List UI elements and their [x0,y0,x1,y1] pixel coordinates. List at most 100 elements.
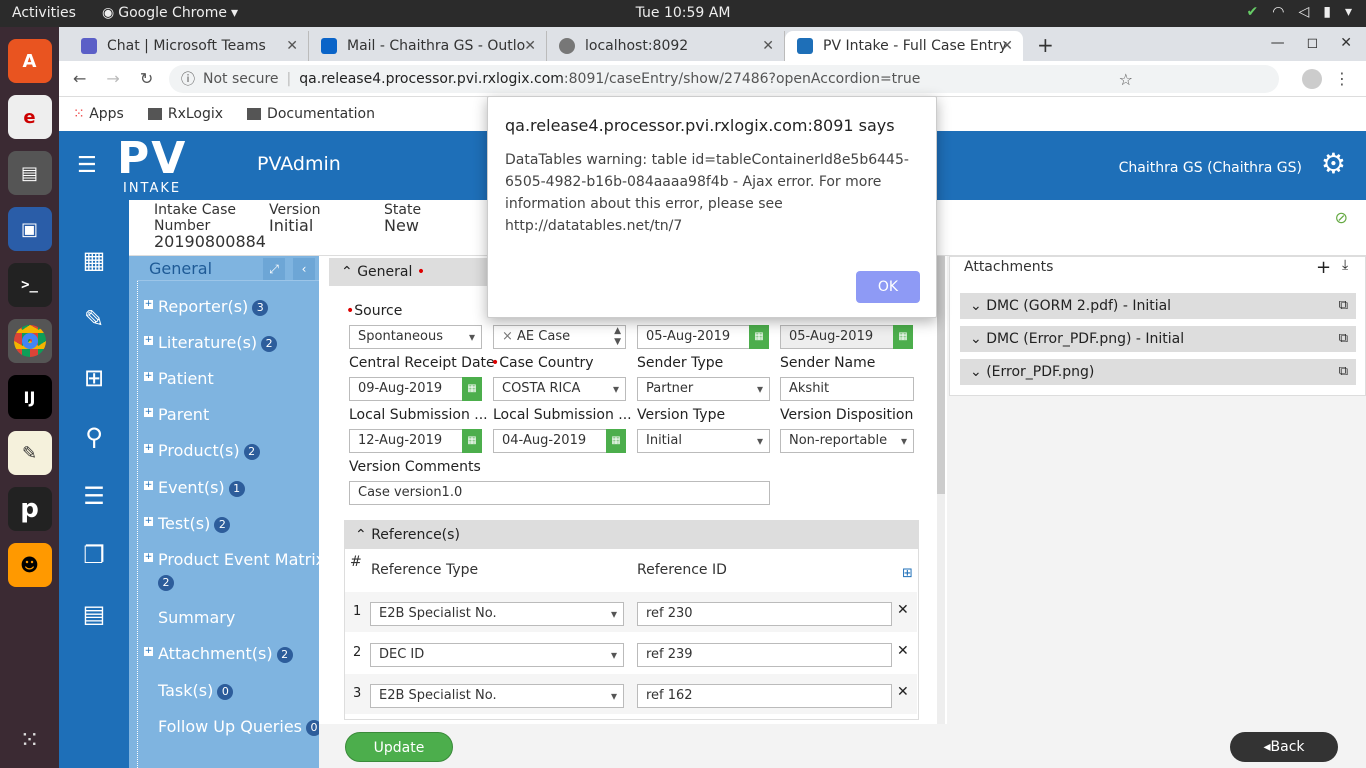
category-multiselect[interactable]: × AE Case ▲ ▼ [493,325,626,349]
intellij-icon[interactable]: IJ [7,375,52,419]
calendar-icon[interactable]: ▦ [606,429,626,453]
reference-id-input[interactable]: ref 162 [637,684,892,708]
calendar-icon[interactable]: ▦ [462,429,482,453]
pycharm-icon[interactable]: p [7,487,52,531]
plus-icon[interactable]: + [144,408,153,417]
system-tray[interactable]: ✔ ◠ ◁ ▮ ▾ [1247,4,1352,20]
case-country-select[interactable]: COSTA RICA [493,377,626,401]
section-nav-title[interactable]: General [149,259,212,278]
delete-row-icon[interactable]: ✕ [897,602,909,618]
dashboard-icon[interactable]: ▦ [59,230,129,289]
date-field-1[interactable]: 05-Aug-2019 [637,325,757,349]
nav-parent[interactable]: + Parent [144,405,209,424]
forward-icon[interactable]: → [106,69,119,88]
download-icon[interactable]: ⤓ [1342,257,1348,273]
delete-row-icon[interactable]: ✕ [897,643,909,659]
search-icon[interactable]: ⚲ [59,407,129,466]
nav-products[interactable]: + Product(s) 2 [144,441,260,460]
plus-icon[interactable]: + [144,553,153,562]
references-accordion-header[interactable]: ⌃ Reference(s) [345,521,918,549]
delete-row-icon[interactable]: ✕ [897,684,909,700]
reference-type-select[interactable]: DEC ID [370,643,624,667]
plus-icon[interactable]: + [144,336,153,345]
calendar-icon[interactable]: ▦ [462,377,482,401]
attachment-item[interactable]: ⌄ DMC (Error_PDF.png) - Initial ⧉ [960,326,1356,352]
menu-dots-icon[interactable]: ⋮ [1334,69,1350,88]
nav-events[interactable]: + Event(s) 1 [144,478,245,497]
paperclip-icon[interactable]: ⊘ [1335,208,1348,227]
tab-teams[interactable]: Chat | Microsoft Teams ✕ [69,31,309,61]
omnibox[interactable]: ⓘ Not secure | qa.release4.processor.pvi… [169,65,1279,93]
nav-attachments[interactable]: + Attachment(s) 2 [144,644,293,663]
collapse-icon[interactable]: ‹ [293,258,315,280]
remove-chip-icon[interactable]: × [502,329,517,344]
update-button[interactable]: Update [345,732,453,762]
pv-intake-logo[interactable]: PV INTAKE [117,137,221,197]
plus-icon[interactable]: + [144,517,153,526]
user-name[interactable]: Chaithra GS (Chaithra GS) [1119,160,1302,176]
reference-id-input[interactable]: ref 230 [637,602,892,626]
attachment-item[interactable]: ⌄ (Error_PDF.png) ⧉ [960,359,1356,385]
edit-icon[interactable]: ✎ [59,289,129,348]
notes-icon[interactable]: ✎ [7,431,52,475]
files-icon[interactable]: ▤ [7,151,52,195]
version-disposition-select[interactable]: Non-reportable [780,429,914,453]
source-select[interactable]: Spontaneous [349,325,482,349]
maximize-icon[interactable]: ◻ [1307,35,1319,51]
plus-icon[interactable]: + [144,300,153,309]
version-comments-input[interactable]: Case version1.0 [349,481,770,505]
minimize-icon[interactable]: — [1271,35,1285,51]
plus-icon[interactable]: + [144,647,153,656]
attachment-item[interactable]: ⌄ DMC (GORM 2.pdf) - Initial ⧉ [960,293,1356,319]
plus-icon[interactable]: + [144,372,153,381]
open-external-icon[interactable]: ⧉ [1339,293,1348,319]
spinner-icon[interactable]: ▲ ▼ [614,326,621,348]
nav-reporters[interactable]: + Reporter(s) 3 [144,297,269,316]
virtualbox-icon[interactable]: ▣ [7,207,52,251]
software-center-icon[interactable]: A [7,39,52,83]
terminal-icon[interactable]: >_ [7,263,52,307]
back-icon[interactable]: ← [73,69,86,88]
close-icon[interactable]: ✕ [762,38,774,54]
nav-summary[interactable]: Summary [158,608,235,627]
close-icon[interactable]: ✕ [286,38,298,54]
list-icon[interactable]: ☰ [59,466,129,525]
close-icon[interactable]: ✕ [524,38,536,54]
local-submission-date-2[interactable]: 04-Aug-2019 [493,429,607,453]
clipboard-icon[interactable]: ▤ [59,584,129,643]
bookmark-rxlogix[interactable]: RxLogix [147,106,223,122]
show-apps-icon[interactable]: ⁙ [19,726,39,754]
ok-button[interactable]: OK [856,271,920,303]
add-attachment-icon[interactable]: + [1316,257,1331,278]
bookmark-documentation[interactable]: Documentation [247,106,375,122]
add-case-icon[interactable]: ⊞ [59,348,129,407]
text-editor-icon[interactable]: e [7,95,52,139]
info-icon[interactable]: ⓘ [181,69,195,89]
reference-type-select[interactable]: E2B Specialist No. [370,684,624,708]
add-reference-icon[interactable]: ⊞ [902,566,913,581]
local-submission-date-1[interactable]: 12-Aug-2019 [349,429,463,453]
open-external-icon[interactable]: ⧉ [1339,326,1348,352]
main-scrollbar[interactable] [937,256,945,724]
reference-type-select[interactable]: E2B Specialist No. [370,602,624,626]
tab-pv-intake[interactable]: PV Intake - Full Case Entry ✕ [785,31,1023,61]
nav-product-event-matrix[interactable]: + Product Event Matrix 2 [144,550,325,591]
new-tab-button[interactable]: + [1037,33,1054,57]
nav-follow-up-queries[interactable]: Follow Up Queries 0 [158,717,323,736]
plus-icon[interactable]: + [144,481,153,490]
profile-icon[interactable] [1302,69,1322,89]
tab-outlook[interactable]: Mail - Chaithra GS - Outlo ✕ [309,31,547,61]
gear-icon[interactable]: ⚙ [1321,147,1346,180]
calendar-icon[interactable]: ▦ [749,325,769,349]
nav-tests[interactable]: + Test(s) 2 [144,514,231,533]
sender-type-select[interactable]: Partner [637,377,770,401]
close-window-icon[interactable]: ✕ [1340,35,1352,51]
close-icon[interactable]: ✕ [1001,38,1013,54]
nav-literatures[interactable]: + Literature(s) 2 [144,333,278,352]
tab-localhost[interactable]: localhost:8092 ✕ [547,31,785,61]
bookmark-apps[interactable]: ⁙ Apps [73,106,124,122]
open-external-icon[interactable]: ⧉ [1339,359,1348,385]
sender-name-input[interactable]: Akshit [780,377,914,401]
star-icon[interactable]: ☆ [1119,70,1133,89]
copy-icon[interactable]: ❐ [59,525,129,584]
